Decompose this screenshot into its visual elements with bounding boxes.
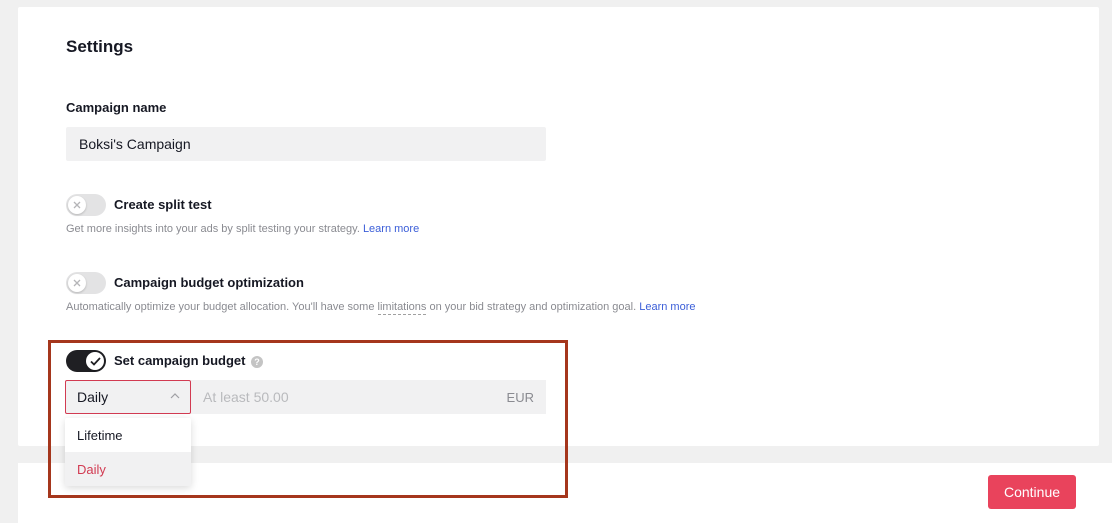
cbo-learn-more-link[interactable]: Learn more [639, 301, 695, 313]
split-test-learn-more-link[interactable]: Learn more [363, 223, 419, 235]
budget-label: Set campaign budget [114, 353, 246, 368]
chevron-up-icon [170, 393, 180, 399]
budget-amount-placeholder: At least 50.00 [203, 389, 289, 405]
split-test-toggle[interactable] [66, 194, 106, 216]
help-icon[interactable]: ? [251, 356, 263, 368]
toggle-knob [68, 274, 86, 292]
currency-label: EUR [506, 389, 534, 405]
budget-amount-input[interactable]: At least 50.00 EUR [191, 380, 546, 414]
dropdown-option-lifetime[interactable]: Lifetime [65, 418, 191, 452]
continue-button[interactable]: Continue [988, 475, 1076, 509]
dropdown-option-daily[interactable]: Daily [65, 452, 191, 486]
campaign-name-input[interactable]: Boksi's Campaign [66, 127, 546, 161]
toggle-knob [68, 196, 86, 214]
campaign-name-label: Campaign name [66, 100, 167, 115]
cbo-description: Automatically optimize your budget alloc… [66, 301, 696, 315]
close-icon [73, 279, 81, 287]
cbo-description-after: on your bid strategy and optimization go… [429, 301, 637, 313]
cbo-label: Campaign budget optimization [114, 275, 304, 290]
split-test-description-text: Get more insights into your ads by split… [66, 223, 360, 235]
budget-type-select[interactable]: Daily [65, 380, 191, 414]
split-test-description: Get more insights into your ads by split… [66, 223, 419, 235]
budget-type-value: Daily [77, 389, 109, 405]
cbo-limitations-term[interactable]: limitations [377, 301, 427, 315]
page-title: Settings [66, 37, 134, 56]
close-icon [73, 201, 81, 209]
toggle-knob [86, 352, 104, 370]
budget-type-dropdown: Lifetime Daily [65, 418, 191, 486]
check-icon [89, 356, 101, 366]
split-test-label: Create split test [114, 197, 212, 212]
cbo-toggle[interactable] [66, 272, 106, 294]
cbo-description-before: Automatically optimize your budget alloc… [66, 301, 375, 313]
campaign-name-value: Boksi's Campaign [79, 136, 191, 152]
budget-toggle[interactable] [66, 350, 106, 372]
